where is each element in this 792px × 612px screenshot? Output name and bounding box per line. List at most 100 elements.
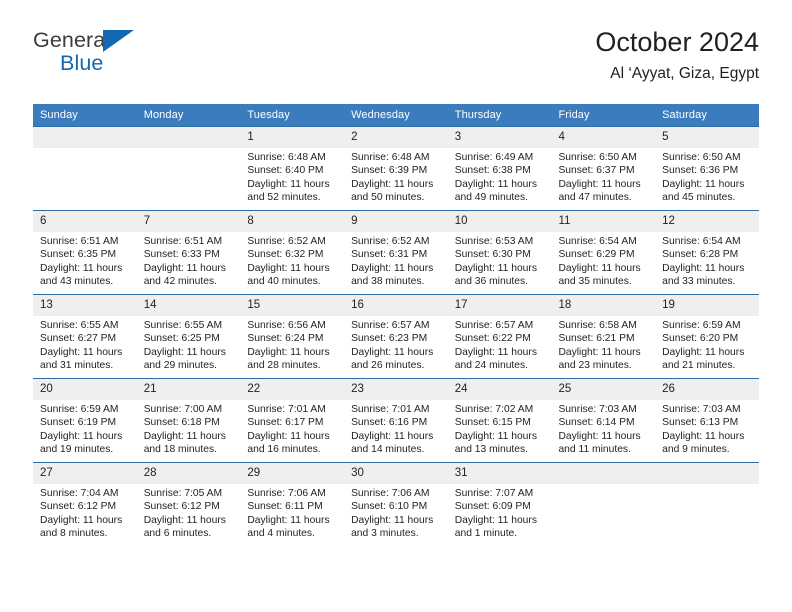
calendar-day-cell[interactable]: 29 Sunrise: 7:06 AM Sunset: 6:11 PM Dayl… xyxy=(240,462,345,546)
sunset-text: Sunset: 6:27 PM xyxy=(40,333,117,345)
calendar-day-cell[interactable]: 27 Sunrise: 7:04 AM Sunset: 6:12 PM Dayl… xyxy=(33,462,137,546)
calendar-day-cell[interactable]: 10 Sunrise: 6:53 AM Sunset: 6:30 PM Dayl… xyxy=(447,210,552,295)
daylight-text: Daylight: 11 hours and 4 minutes. xyxy=(247,514,330,540)
calendar-day-cell[interactable]: 21 Sunrise: 7:00 AM Sunset: 6:18 PM Dayl… xyxy=(136,378,241,463)
day-details: Sunrise: 6:52 AM Sunset: 6:31 PM Dayligh… xyxy=(344,232,448,289)
sunset-text: Sunset: 6:12 PM xyxy=(40,501,117,513)
sunrise-sunset-calendar: Sunday Monday Tuesday Wednesday Thursday… xyxy=(33,104,759,546)
daylight-text: Daylight: 11 hours and 38 minutes. xyxy=(351,262,434,288)
daylight-text: Daylight: 11 hours and 31 minutes. xyxy=(40,346,123,372)
sunrise-text: Sunrise: 7:03 AM xyxy=(662,404,741,415)
calendar-day-cell[interactable]: 19 Sunrise: 6:59 AM Sunset: 6:20 PM Dayl… xyxy=(655,294,759,379)
day-cell-content: 9 Sunrise: 6:52 AM Sunset: 6:31 PM Dayli… xyxy=(344,211,448,294)
sunset-text: Sunset: 6:11 PM xyxy=(247,501,323,513)
day-number: 20 xyxy=(33,379,137,400)
calendar-week-row: 20 Sunrise: 6:59 AM Sunset: 6:19 PM Dayl… xyxy=(33,378,759,463)
calendar-day-cell[interactable]: 28 Sunrise: 7:05 AM Sunset: 6:12 PM Dayl… xyxy=(136,462,241,546)
calendar-day-cell[interactable]: 26 Sunrise: 7:03 AM Sunset: 6:13 PM Dayl… xyxy=(655,378,759,463)
day-cell-content xyxy=(33,127,137,210)
sunrise-text: Sunrise: 7:03 AM xyxy=(558,404,637,415)
daylight-text: Daylight: 11 hours and 3 minutes. xyxy=(351,514,434,540)
calendar-day-cell[interactable]: 8 Sunrise: 6:52 AM Sunset: 6:32 PM Dayli… xyxy=(240,210,345,295)
calendar-day-cell[interactable]: 23 Sunrise: 7:01 AM Sunset: 6:16 PM Dayl… xyxy=(344,378,448,463)
calendar-day-cell[interactable]: 15 Sunrise: 6:56 AM Sunset: 6:24 PM Dayl… xyxy=(240,294,345,379)
daylight-text: Daylight: 11 hours and 13 minutes. xyxy=(454,430,537,456)
sunset-text: Sunset: 6:20 PM xyxy=(662,333,739,345)
calendar-day-cell[interactable]: 25 Sunrise: 7:03 AM Sunset: 6:14 PM Dayl… xyxy=(551,378,656,463)
calendar-day-cell[interactable]: 17 Sunrise: 6:57 AM Sunset: 6:22 PM Dayl… xyxy=(447,294,552,379)
page-title: October 2024 xyxy=(595,27,759,57)
calendar-day-cell[interactable] xyxy=(136,126,241,211)
sunset-text: Sunset: 6:22 PM xyxy=(454,333,531,345)
day-details: Sunrise: 6:50 AM Sunset: 6:36 PM Dayligh… xyxy=(655,148,759,205)
day-number: 30 xyxy=(344,463,448,484)
day-cell-content: 25 Sunrise: 7:03 AM Sunset: 6:14 PM Dayl… xyxy=(551,379,656,462)
sunrise-text: Sunrise: 6:59 AM xyxy=(40,404,119,415)
day-cell-content: 30 Sunrise: 7:06 AM Sunset: 6:10 PM Dayl… xyxy=(344,463,448,546)
day-details: Sunrise: 6:54 AM Sunset: 6:29 PM Dayligh… xyxy=(551,232,655,289)
calendar-day-cell[interactable]: 18 Sunrise: 6:58 AM Sunset: 6:21 PM Dayl… xyxy=(551,294,656,379)
calendar-day-cell[interactable]: 12 Sunrise: 6:54 AM Sunset: 6:28 PM Dayl… xyxy=(655,210,759,295)
sunset-text: Sunset: 6:16 PM xyxy=(351,417,428,429)
calendar-day-cell[interactable] xyxy=(33,126,137,211)
day-details xyxy=(137,148,241,151)
day-number xyxy=(33,127,137,148)
day-details: Sunrise: 6:57 AM Sunset: 6:23 PM Dayligh… xyxy=(344,316,448,373)
calendar-day-cell[interactable]: 30 Sunrise: 7:06 AM Sunset: 6:10 PM Dayl… xyxy=(344,462,448,546)
day-details: Sunrise: 7:01 AM Sunset: 6:17 PM Dayligh… xyxy=(240,400,344,457)
calendar-day-cell[interactable]: 7 Sunrise: 6:51 AM Sunset: 6:33 PM Dayli… xyxy=(136,210,241,295)
day-cell-content xyxy=(136,127,241,210)
calendar-day-cell[interactable]: 1 Sunrise: 6:48 AM Sunset: 6:40 PM Dayli… xyxy=(240,126,345,211)
calendar-day-cell[interactable]: 24 Sunrise: 7:02 AM Sunset: 6:15 PM Dayl… xyxy=(447,378,552,463)
calendar-day-cell[interactable]: 31 Sunrise: 7:07 AM Sunset: 6:09 PM Dayl… xyxy=(447,462,552,546)
calendar-day-cell[interactable]: 5 Sunrise: 6:50 AM Sunset: 6:36 PM Dayli… xyxy=(655,126,759,211)
calendar-day-cell[interactable]: 2 Sunrise: 6:48 AM Sunset: 6:39 PM Dayli… xyxy=(344,126,448,211)
sunrise-text: Sunrise: 6:50 AM xyxy=(662,152,741,163)
day-number: 2 xyxy=(344,127,448,148)
daylight-text: Daylight: 11 hours and 26 minutes. xyxy=(351,346,434,372)
sunset-text: Sunset: 6:21 PM xyxy=(558,333,635,345)
calendar-day-cell[interactable]: 6 Sunrise: 6:51 AM Sunset: 6:35 PM Dayli… xyxy=(33,210,137,295)
weekday-header-sunday: Sunday xyxy=(33,104,137,127)
day-number: 16 xyxy=(344,295,448,316)
day-cell-content: 27 Sunrise: 7:04 AM Sunset: 6:12 PM Dayl… xyxy=(33,463,137,546)
calendar-day-cell[interactable]: 9 Sunrise: 6:52 AM Sunset: 6:31 PM Dayli… xyxy=(344,210,448,295)
sunset-text: Sunset: 6:32 PM xyxy=(247,249,324,261)
day-details xyxy=(655,484,759,487)
sunrise-text: Sunrise: 6:49 AM xyxy=(454,152,534,163)
page-header: General Blue October 2024 Al ‘Ayyat, Giz… xyxy=(33,27,759,96)
sunrise-text: Sunrise: 6:55 AM xyxy=(143,320,223,331)
weekday-header-thursday: Thursday xyxy=(447,104,552,127)
calendar-day-cell[interactable]: 16 Sunrise: 6:57 AM Sunset: 6:23 PM Dayl… xyxy=(344,294,448,379)
calendar-day-cell[interactable]: 11 Sunrise: 6:54 AM Sunset: 6:29 PM Dayl… xyxy=(551,210,656,295)
calendar-day-cell[interactable]: 13 Sunrise: 6:55 AM Sunset: 6:27 PM Dayl… xyxy=(33,294,137,379)
daylight-text: Daylight: 11 hours and 42 minutes. xyxy=(143,262,226,288)
calendar-day-cell[interactable]: 3 Sunrise: 6:49 AM Sunset: 6:38 PM Dayli… xyxy=(447,126,552,211)
sunrise-text: Sunrise: 6:50 AM xyxy=(558,152,637,163)
day-number: 5 xyxy=(655,127,759,148)
daylight-text: Daylight: 11 hours and 11 minutes. xyxy=(558,430,641,456)
day-details: Sunrise: 6:48 AM Sunset: 6:40 PM Dayligh… xyxy=(240,148,344,205)
calendar-day-cell[interactable]: 14 Sunrise: 6:55 AM Sunset: 6:25 PM Dayl… xyxy=(136,294,241,379)
sunrise-text: Sunrise: 6:54 AM xyxy=(558,236,637,247)
calendar-day-cell[interactable] xyxy=(551,462,656,546)
daylight-text: Daylight: 11 hours and 14 minutes. xyxy=(351,430,434,456)
day-details: Sunrise: 6:59 AM Sunset: 6:19 PM Dayligh… xyxy=(33,400,137,457)
day-cell-content: 10 Sunrise: 6:53 AM Sunset: 6:30 PM Dayl… xyxy=(447,211,552,294)
general-blue-logo[interactable]: General Blue xyxy=(33,28,273,90)
sunrise-text: Sunrise: 6:48 AM xyxy=(247,152,326,163)
day-details: Sunrise: 6:51 AM Sunset: 6:33 PM Dayligh… xyxy=(137,232,241,289)
day-details: Sunrise: 7:03 AM Sunset: 6:13 PM Dayligh… xyxy=(655,400,759,457)
calendar-day-cell[interactable] xyxy=(655,462,759,546)
day-number: 25 xyxy=(551,379,656,400)
day-number: 19 xyxy=(655,295,759,316)
calendar-day-cell[interactable]: 20 Sunrise: 6:59 AM Sunset: 6:19 PM Dayl… xyxy=(33,378,137,463)
sunset-text: Sunset: 6:25 PM xyxy=(143,333,220,345)
calendar-day-cell[interactable]: 22 Sunrise: 7:01 AM Sunset: 6:17 PM Dayl… xyxy=(240,378,345,463)
logo-triangle-icon xyxy=(103,30,134,52)
daylight-text: Daylight: 11 hours and 36 minutes. xyxy=(454,262,537,288)
calendar-day-cell[interactable]: 4 Sunrise: 6:50 AM Sunset: 6:37 PM Dayli… xyxy=(551,126,656,211)
sunrise-text: Sunrise: 6:57 AM xyxy=(351,320,430,331)
calendar-week-row: 27 Sunrise: 7:04 AM Sunset: 6:12 PM Dayl… xyxy=(33,462,759,546)
day-details: Sunrise: 7:01 AM Sunset: 6:16 PM Dayligh… xyxy=(344,400,448,457)
